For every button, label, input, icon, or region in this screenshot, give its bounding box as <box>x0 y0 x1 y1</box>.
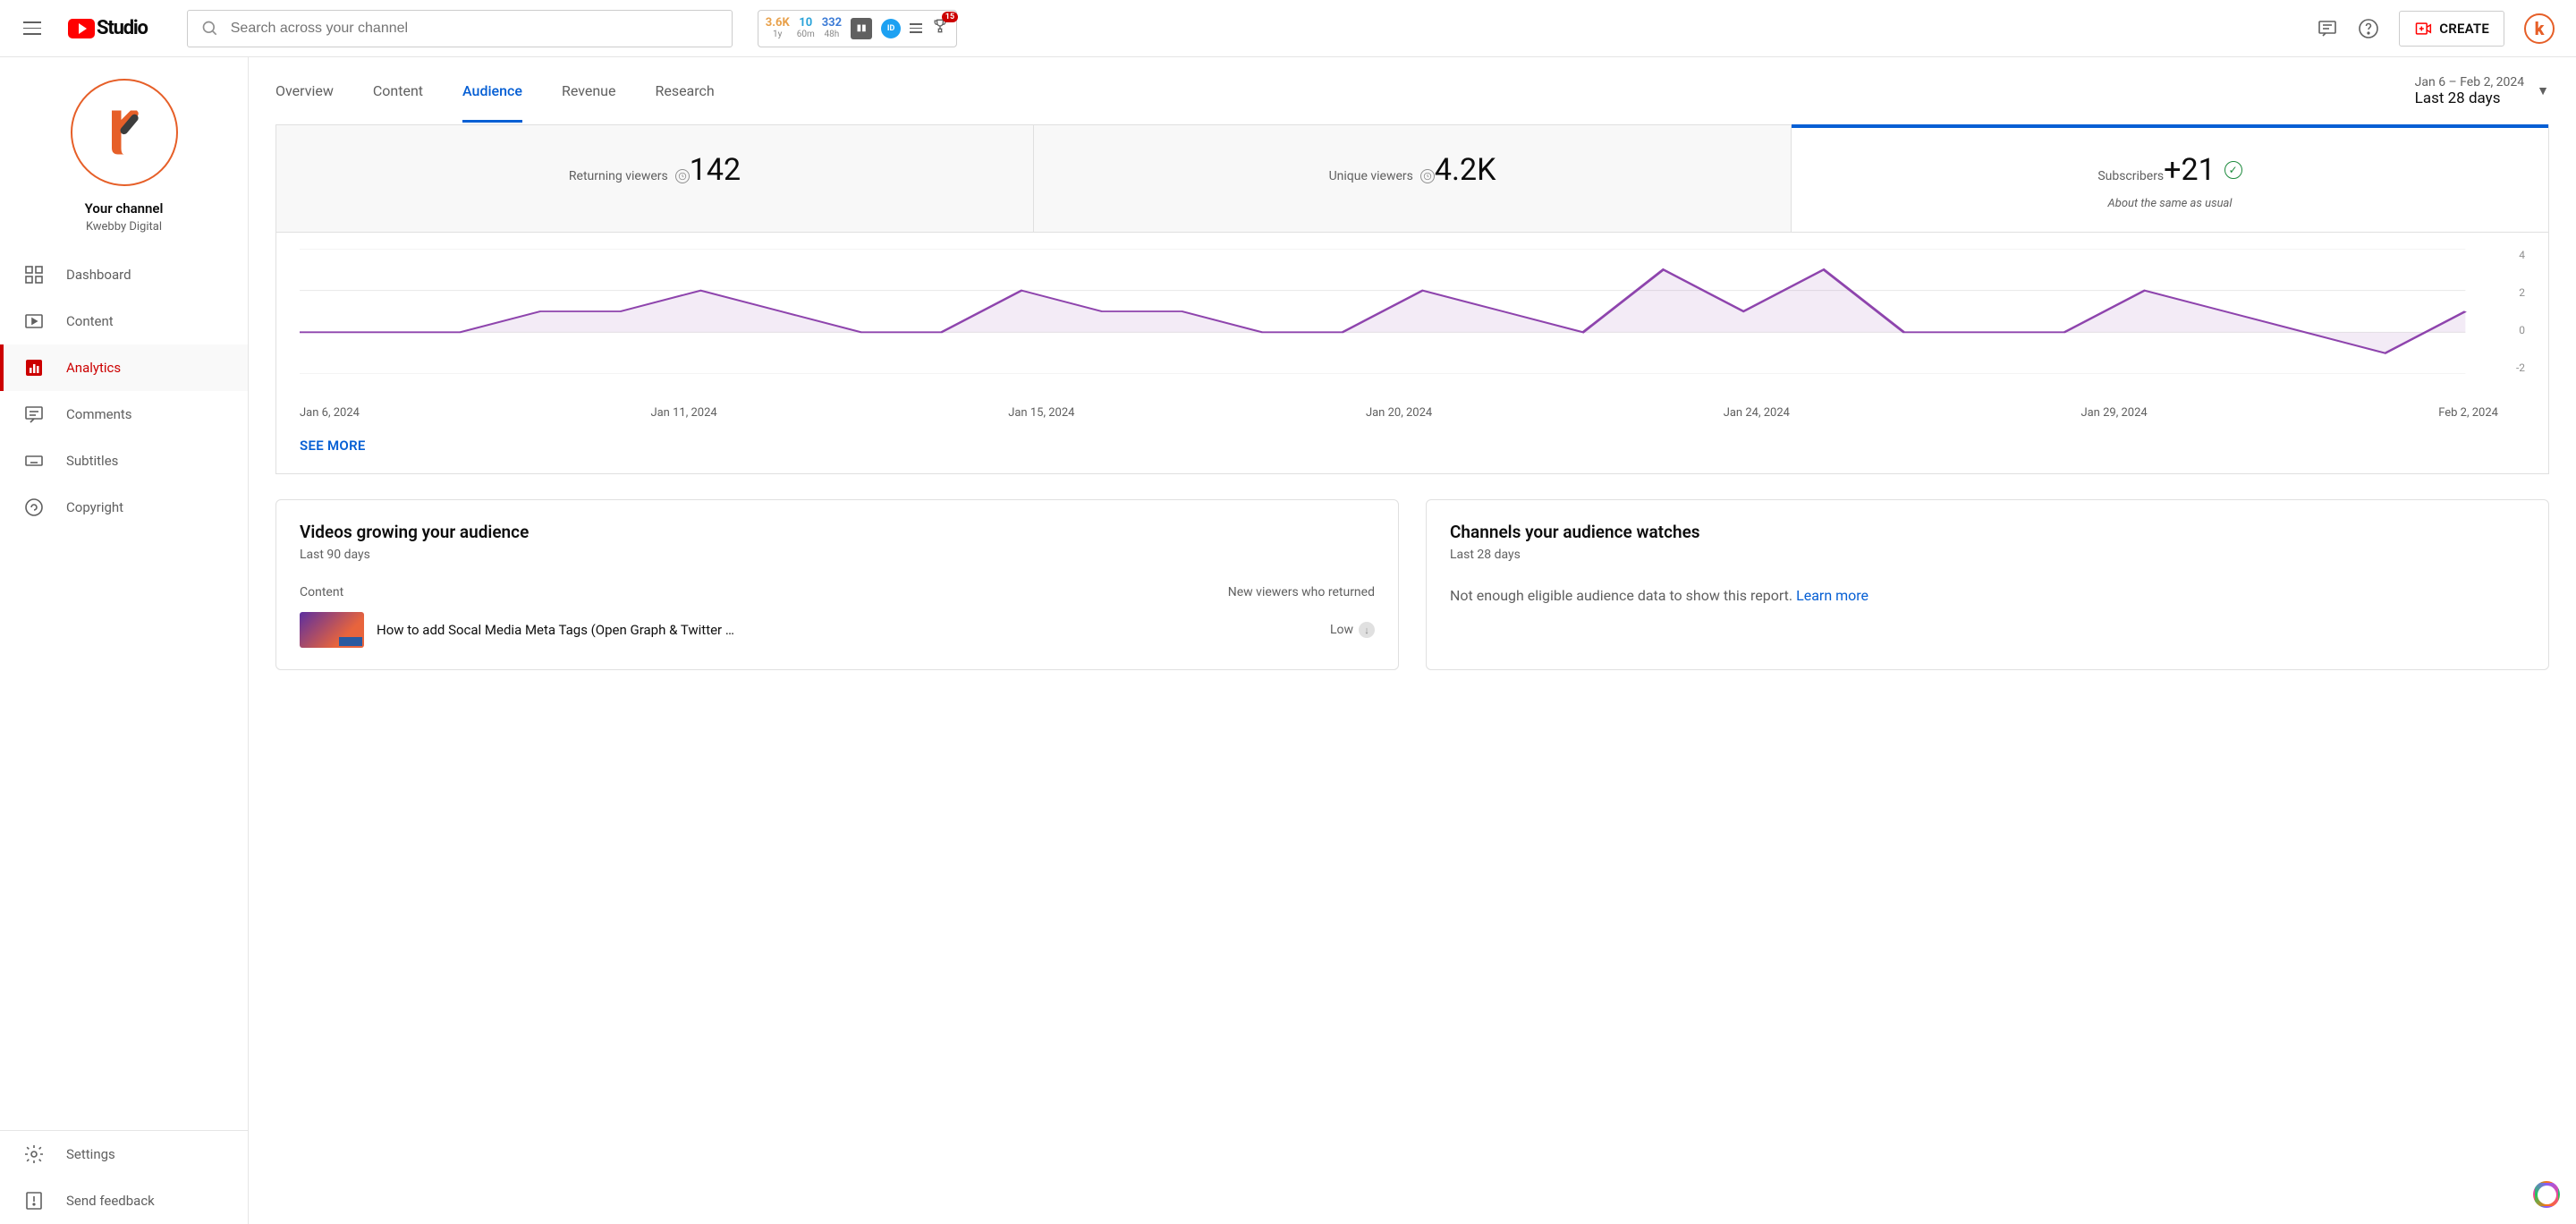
sidebar-item-comments[interactable]: Comments <box>0 391 248 438</box>
sidebar-item-content[interactable]: Content <box>0 298 248 344</box>
comments-icon <box>23 404 45 425</box>
sidebar-item-send-feedback[interactable]: Send feedback <box>0 1177 248 1224</box>
logo-text: Studio <box>97 17 148 39</box>
copyright-icon <box>23 497 45 518</box>
date-range-picker[interactable]: Jan 6 – Feb 2, 2024 Last 28 days ▼ <box>2415 75 2549 107</box>
ext-stat-1-sub: 1y <box>773 30 782 40</box>
ext-stat-2-sub: 60m <box>797 30 815 40</box>
sidebar-item-dashboard[interactable]: Dashboard <box>0 251 248 298</box>
help-icon[interactable] <box>2358 18 2379 39</box>
ext-trophy-icon[interactable]: 15 <box>931 17 949 39</box>
info-icon <box>1420 169 1435 183</box>
x-tick: Jan 15, 2024 <box>1008 406 1074 420</box>
tab-audience[interactable]: Audience <box>462 59 522 123</box>
sidebar-item-analytics[interactable]: Analytics <box>0 344 248 391</box>
x-tick: Jan 29, 2024 <box>2080 406 2147 420</box>
search-input[interactable] <box>187 10 733 47</box>
content-icon <box>23 310 45 332</box>
x-tick: Jan 20, 2024 <box>1366 406 1432 420</box>
card-period: Last 90 days <box>300 548 1375 562</box>
download-icon: ↓ <box>1359 622 1375 638</box>
ext-list-icon[interactable] <box>910 23 922 33</box>
sidebar-item-copyright[interactable]: Copyright <box>0 484 248 531</box>
ext-stat-2: 10 <box>799 16 812 30</box>
send-feedback-icon <box>23 1190 45 1211</box>
card-title: Channels your audience watches <box>1450 522 2525 542</box>
extension-stats-box[interactable]: 3.6K1y 1060m 33248h ▮▮ ID 15 <box>758 10 957 47</box>
ext-stat-1: 3.6K <box>766 16 790 30</box>
settings-icon <box>23 1143 45 1165</box>
ext-analytics-icon[interactable]: ▮▮ <box>851 18 872 39</box>
x-tick: Feb 2, 2024 <box>2438 406 2498 420</box>
analytics-icon <box>23 357 45 378</box>
video-title: How to add Socal Media Meta Tags (Open G… <box>377 622 1318 638</box>
col-new-viewers: New viewers who returned <box>1228 585 1375 599</box>
channel-avatar[interactable] <box>71 79 178 186</box>
date-range: Jan 6 – Feb 2, 2024 <box>2415 75 2524 89</box>
card-text: Not enough eligible audience data to sho… <box>1450 587 1792 604</box>
sidebar-item-settings[interactable]: Settings <box>0 1131 248 1177</box>
metric-subscribers[interactable]: Subscribers+21✓About the same as usual <box>1792 125 2548 232</box>
card-title: Videos growing your audience <box>300 522 1375 542</box>
col-content: Content <box>300 585 343 599</box>
video-row[interactable]: How to add Socal Media Meta Tags (Open G… <box>300 612 1375 648</box>
channel-name: Kwebby Digital <box>0 220 248 234</box>
x-tick: Jan 6, 2024 <box>300 406 360 420</box>
chat-icon[interactable] <box>2317 18 2338 39</box>
create-icon <box>2414 20 2432 38</box>
subscribers-chart <box>300 249 2525 374</box>
dashboard-icon <box>23 264 45 285</box>
create-button[interactable]: CREATE <box>2399 11 2504 47</box>
card-period: Last 28 days <box>1450 548 2525 562</box>
video-thumbnail <box>300 612 364 648</box>
period-label: Last 28 days <box>2415 89 2524 107</box>
subtitles-icon <box>23 450 45 472</box>
see-more-link[interactable]: SEE MORE <box>300 438 2525 454</box>
sidebar-item-subtitles[interactable]: Subtitles <box>0 438 248 484</box>
x-tick: Jan 11, 2024 <box>650 406 716 420</box>
channels-watched-card: Channels your audience watches Last 28 d… <box>1426 499 2549 670</box>
video-stat: Low <box>1330 623 1353 637</box>
tab-research[interactable]: Research <box>655 59 714 123</box>
videos-growing-card: Videos growing your audience Last 90 day… <box>275 499 1399 670</box>
info-icon <box>675 169 690 183</box>
create-label: CREATE <box>2439 21 2489 37</box>
metric-unique-viewers[interactable]: Unique viewers4.2K <box>1034 125 1792 232</box>
menu-icon[interactable] <box>21 18 43 39</box>
youtube-icon <box>68 19 95 38</box>
tab-content[interactable]: Content <box>373 59 423 123</box>
account-avatar[interactable]: k <box>2524 13 2555 44</box>
ext-id-icon[interactable]: ID <box>881 19 901 38</box>
search-icon <box>201 20 219 38</box>
ext-stat-3: 332 <box>822 16 842 30</box>
channel-block: Your channel Kwebby Digital <box>0 57 248 251</box>
metric-returning-viewers[interactable]: Returning viewers142 <box>276 125 1034 232</box>
x-tick: Jan 24, 2024 <box>1724 406 1790 420</box>
ext-badge: 15 <box>942 12 958 22</box>
chevron-down-icon: ▼ <box>2537 83 2549 98</box>
tab-revenue[interactable]: Revenue <box>562 59 616 123</box>
your-channel-label: Your channel <box>0 200 248 217</box>
ext-stat-3-sub: 48h <box>825 30 840 40</box>
check-icon: ✓ <box>2224 161 2242 179</box>
tab-overview[interactable]: Overview <box>275 59 334 123</box>
learn-more-link[interactable]: Learn more <box>1796 587 1868 604</box>
youtube-studio-logo[interactable]: Studio <box>68 17 148 39</box>
assistant-float-icon[interactable] <box>2533 1181 2560 1208</box>
